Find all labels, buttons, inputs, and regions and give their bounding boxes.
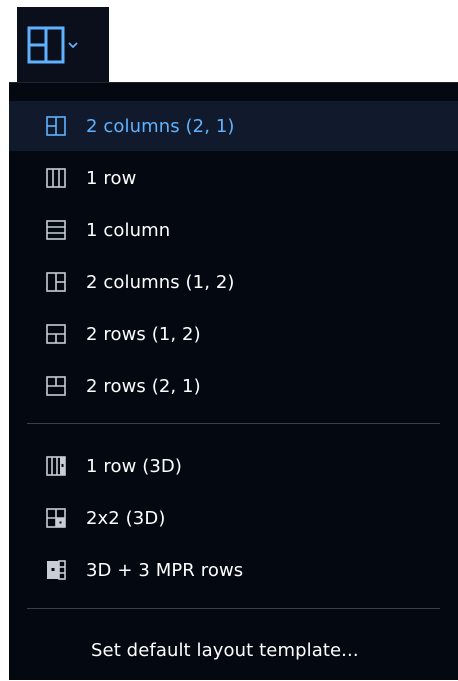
menu-item-label: Set default layout template... <box>91 639 359 661</box>
menu-item-2-columns-2-1[interactable]: 2 columns (2, 1) <box>9 101 458 151</box>
menu-item-3d-3-mpr-rows[interactable]: 3D + 3 MPR rows <box>9 545 458 595</box>
layout-1-row-3d-icon <box>45 455 67 477</box>
set-default-layout-template-item[interactable]: Set default layout template... <box>9 619 458 681</box>
chevron-down-icon <box>67 39 79 51</box>
menu-item-1-row[interactable]: 1 row <box>9 153 458 203</box>
menu-item-label: 2 rows (1, 2) <box>86 323 201 345</box>
layout-2-columns-1-2-icon <box>45 271 67 293</box>
menu-item-label: 2x2 (3D) <box>86 507 166 529</box>
layout-1-column-icon <box>45 219 67 241</box>
layout-selector-button[interactable] <box>17 7 109 82</box>
menu-item-label: 1 row (3D) <box>86 455 182 477</box>
menu-item-label: 3D + 3 MPR rows <box>86 559 244 581</box>
layout-3d-mpr-rows-icon <box>45 559 67 581</box>
menu-item-label: 1 column <box>86 219 171 241</box>
layout-2x2-3d-icon <box>45 507 67 529</box>
menu-divider <box>27 423 440 424</box>
menu-item-label: 2 columns (1, 2) <box>86 271 235 293</box>
menu-item-2x2-3d[interactable]: 2x2 (3D) <box>9 493 458 543</box>
layout-2-columns-2-1-icon <box>45 115 67 137</box>
menu-item-label: 1 row <box>86 167 137 189</box>
menu-item-1-row-3d[interactable]: 1 row (3D) <box>9 441 458 491</box>
menu-divider <box>27 608 440 609</box>
layout-1-row-icon <box>45 167 67 189</box>
menu-item-2-rows-1-2[interactable]: 2 rows (1, 2) <box>9 309 458 359</box>
layout-2-rows-2-1-icon <box>45 375 67 397</box>
layout-menu: 2 columns (2, 1) 1 row 1 column 2 column… <box>9 82 458 680</box>
layout-2-rows-1-2-icon <box>45 323 67 345</box>
menu-item-2-rows-2-1[interactable]: 2 rows (2, 1) <box>9 361 458 411</box>
menu-item-1-column[interactable]: 1 column <box>9 205 458 255</box>
menu-item-label: 2 rows (2, 1) <box>86 375 201 397</box>
menu-item-2-columns-1-2[interactable]: 2 columns (1, 2) <box>9 257 458 307</box>
layout-two-columns-icon <box>27 26 65 64</box>
menu-item-label: 2 columns (2, 1) <box>86 115 235 137</box>
